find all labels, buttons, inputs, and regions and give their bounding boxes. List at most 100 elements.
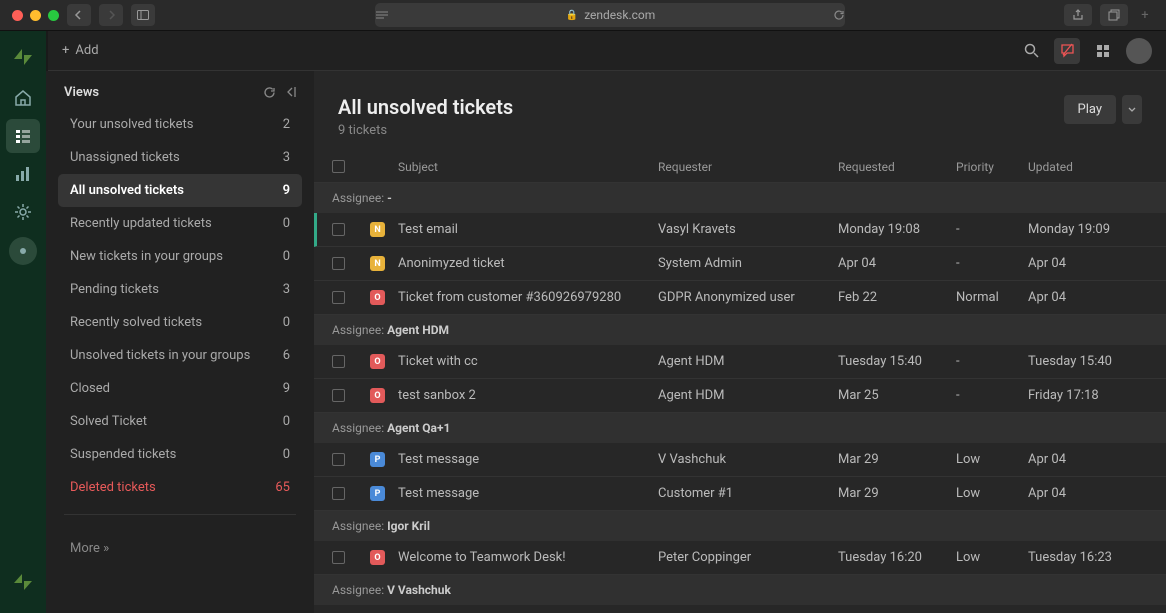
cell-updated: Apr 04	[1028, 290, 1148, 305]
chat-off-icon[interactable]	[1054, 38, 1080, 64]
ticket-row[interactable]: P Test message V Vashchuk Mar 29 Low Apr…	[314, 443, 1166, 477]
view-count: 65	[275, 480, 290, 495]
row-checkbox[interactable]	[332, 291, 345, 304]
zendesk-logo[interactable]	[11, 45, 35, 69]
status-badge: O	[370, 388, 385, 403]
row-checkbox[interactable]	[332, 257, 345, 270]
col-updated[interactable]: Updated	[1028, 160, 1148, 174]
view-count: 0	[283, 315, 290, 330]
cell-subject: test sanbox 2	[398, 388, 658, 403]
page-title: All unsolved tickets	[338, 95, 513, 119]
cell-subject: Test email	[398, 222, 658, 237]
view-item[interactable]: Suspended tickets0	[58, 438, 302, 471]
avatar[interactable]	[1126, 38, 1152, 64]
search-icon[interactable]	[1018, 38, 1044, 64]
view-count: 3	[283, 282, 290, 297]
cell-subject: Ticket from customer #360926979280	[398, 290, 658, 305]
widget-icon[interactable]	[9, 237, 37, 265]
tabs-icon[interactable]	[1100, 4, 1128, 26]
ticket-row[interactable]: N Anonimyzed ticket System Admin Apr 04 …	[314, 247, 1166, 281]
view-count: 3	[283, 150, 290, 165]
ticket-table: Subject Requester Requested Priority Upd…	[314, 152, 1166, 613]
collapse-icon[interactable]	[286, 86, 296, 99]
cell-updated: Tuesday 15:40	[1028, 354, 1148, 369]
cell-subject: Test message	[398, 486, 658, 501]
view-item[interactable]: All unsolved tickets9	[58, 174, 302, 207]
admin-icon[interactable]	[6, 195, 40, 229]
back-button[interactable]	[67, 4, 91, 26]
col-requested[interactable]: Requested	[838, 160, 956, 174]
col-requester[interactable]: Requester	[658, 160, 838, 174]
cell-priority: Low	[956, 452, 1028, 467]
cell-priority: -	[956, 222, 1028, 237]
row-checkbox[interactable]	[332, 389, 345, 402]
view-item[interactable]: Deleted tickets65	[58, 471, 302, 504]
close-window[interactable]	[12, 10, 23, 21]
sidebar-title: Views	[64, 85, 99, 100]
view-item[interactable]: Unassigned tickets3	[58, 141, 302, 174]
play-button[interactable]: Play	[1064, 95, 1117, 124]
view-item[interactable]: Closed9	[58, 372, 302, 405]
row-checkbox[interactable]	[332, 487, 345, 500]
assignee-group: Assignee: Agent Qa+1	[314, 413, 1166, 443]
lock-icon: 🔒	[566, 10, 578, 21]
select-all-checkbox[interactable]	[332, 160, 345, 173]
row-checkbox[interactable]	[332, 453, 345, 466]
cell-priority: Low	[956, 486, 1028, 501]
col-subject[interactable]: Subject	[398, 160, 658, 174]
row-checkbox[interactable]	[332, 223, 345, 236]
reports-icon[interactable]	[6, 157, 40, 191]
ticket-row[interactable]: P Test message Customer #1 Mar 29 Low Ap…	[314, 477, 1166, 511]
ticket-row[interactable]: O Ticket from customer #360926979280 GDP…	[314, 281, 1166, 315]
view-count: 0	[283, 216, 290, 231]
status-badge: N	[370, 256, 385, 271]
view-item[interactable]: New tickets in your groups0	[58, 240, 302, 273]
cell-updated: Apr 04	[1028, 256, 1148, 271]
add-button[interactable]: + Add	[62, 43, 99, 58]
play-dropdown[interactable]	[1122, 95, 1142, 124]
more-link[interactable]: More »	[46, 525, 314, 572]
forward-button[interactable]	[99, 4, 123, 26]
reload-icon[interactable]	[833, 9, 845, 21]
cell-updated: Tuesday 16:23	[1028, 550, 1148, 565]
view-item[interactable]: Your unsolved tickets2	[58, 108, 302, 141]
sidebar-toggle[interactable]	[131, 4, 155, 26]
view-item[interactable]: Recently updated tickets0	[58, 207, 302, 240]
share-icon[interactable]	[1064, 4, 1092, 26]
home-icon[interactable]	[6, 81, 40, 115]
col-priority[interactable]: Priority	[956, 160, 1028, 174]
row-checkbox[interactable]	[332, 551, 345, 564]
refresh-icon[interactable]	[263, 86, 276, 99]
ticket-row[interactable]: O Ticket with cc Agent HDM Tuesday 15:40…	[314, 345, 1166, 379]
ticket-row[interactable]: P Name bug Vitalii Agent Mar 29 Low Mond…	[314, 605, 1166, 613]
view-count: 6	[283, 348, 290, 363]
plus-icon: +	[62, 43, 69, 58]
view-item[interactable]: Pending tickets 3	[58, 273, 302, 306]
row-checkbox[interactable]	[332, 355, 345, 368]
ticket-row[interactable]: O Welcome to Teamwork Desk! Peter Coppin…	[314, 541, 1166, 575]
table-header: Subject Requester Requested Priority Upd…	[314, 152, 1166, 183]
cell-subject: Ticket with cc	[398, 354, 658, 369]
view-count: 0	[283, 249, 290, 264]
add-label: Add	[75, 43, 98, 58]
browser-toolbar: 🔒 zendesk.com +	[0, 0, 1166, 31]
cell-requested: Feb 22	[838, 290, 956, 305]
minimize-window[interactable]	[30, 10, 41, 21]
status-badge: P	[370, 452, 385, 467]
zendesk-icon[interactable]	[6, 565, 40, 599]
ticket-row[interactable]: O test sanbox 2 Agent HDM Mar 25 - Frida…	[314, 379, 1166, 413]
url-bar[interactable]: 🔒 zendesk.com	[375, 3, 845, 27]
cell-updated: Apr 04	[1028, 452, 1148, 467]
view-item[interactable]: Recently solved tickets0	[58, 306, 302, 339]
views-icon[interactable]	[6, 119, 40, 153]
ticket-row[interactable]: N Test email Vasyl Kravets Monday 19:08 …	[314, 213, 1166, 247]
view-item[interactable]: Solved Ticket0	[58, 405, 302, 438]
cell-updated: Apr 04	[1028, 486, 1148, 501]
view-item[interactable]: Unsolved tickets in your groups6	[58, 339, 302, 372]
apps-icon[interactable]	[1090, 38, 1116, 64]
status-badge: O	[370, 354, 385, 369]
maximize-window[interactable]	[48, 10, 59, 21]
status-badge: N	[370, 222, 385, 237]
view-label: Pending tickets	[70, 282, 159, 297]
new-tab-icon[interactable]: +	[1136, 4, 1154, 26]
